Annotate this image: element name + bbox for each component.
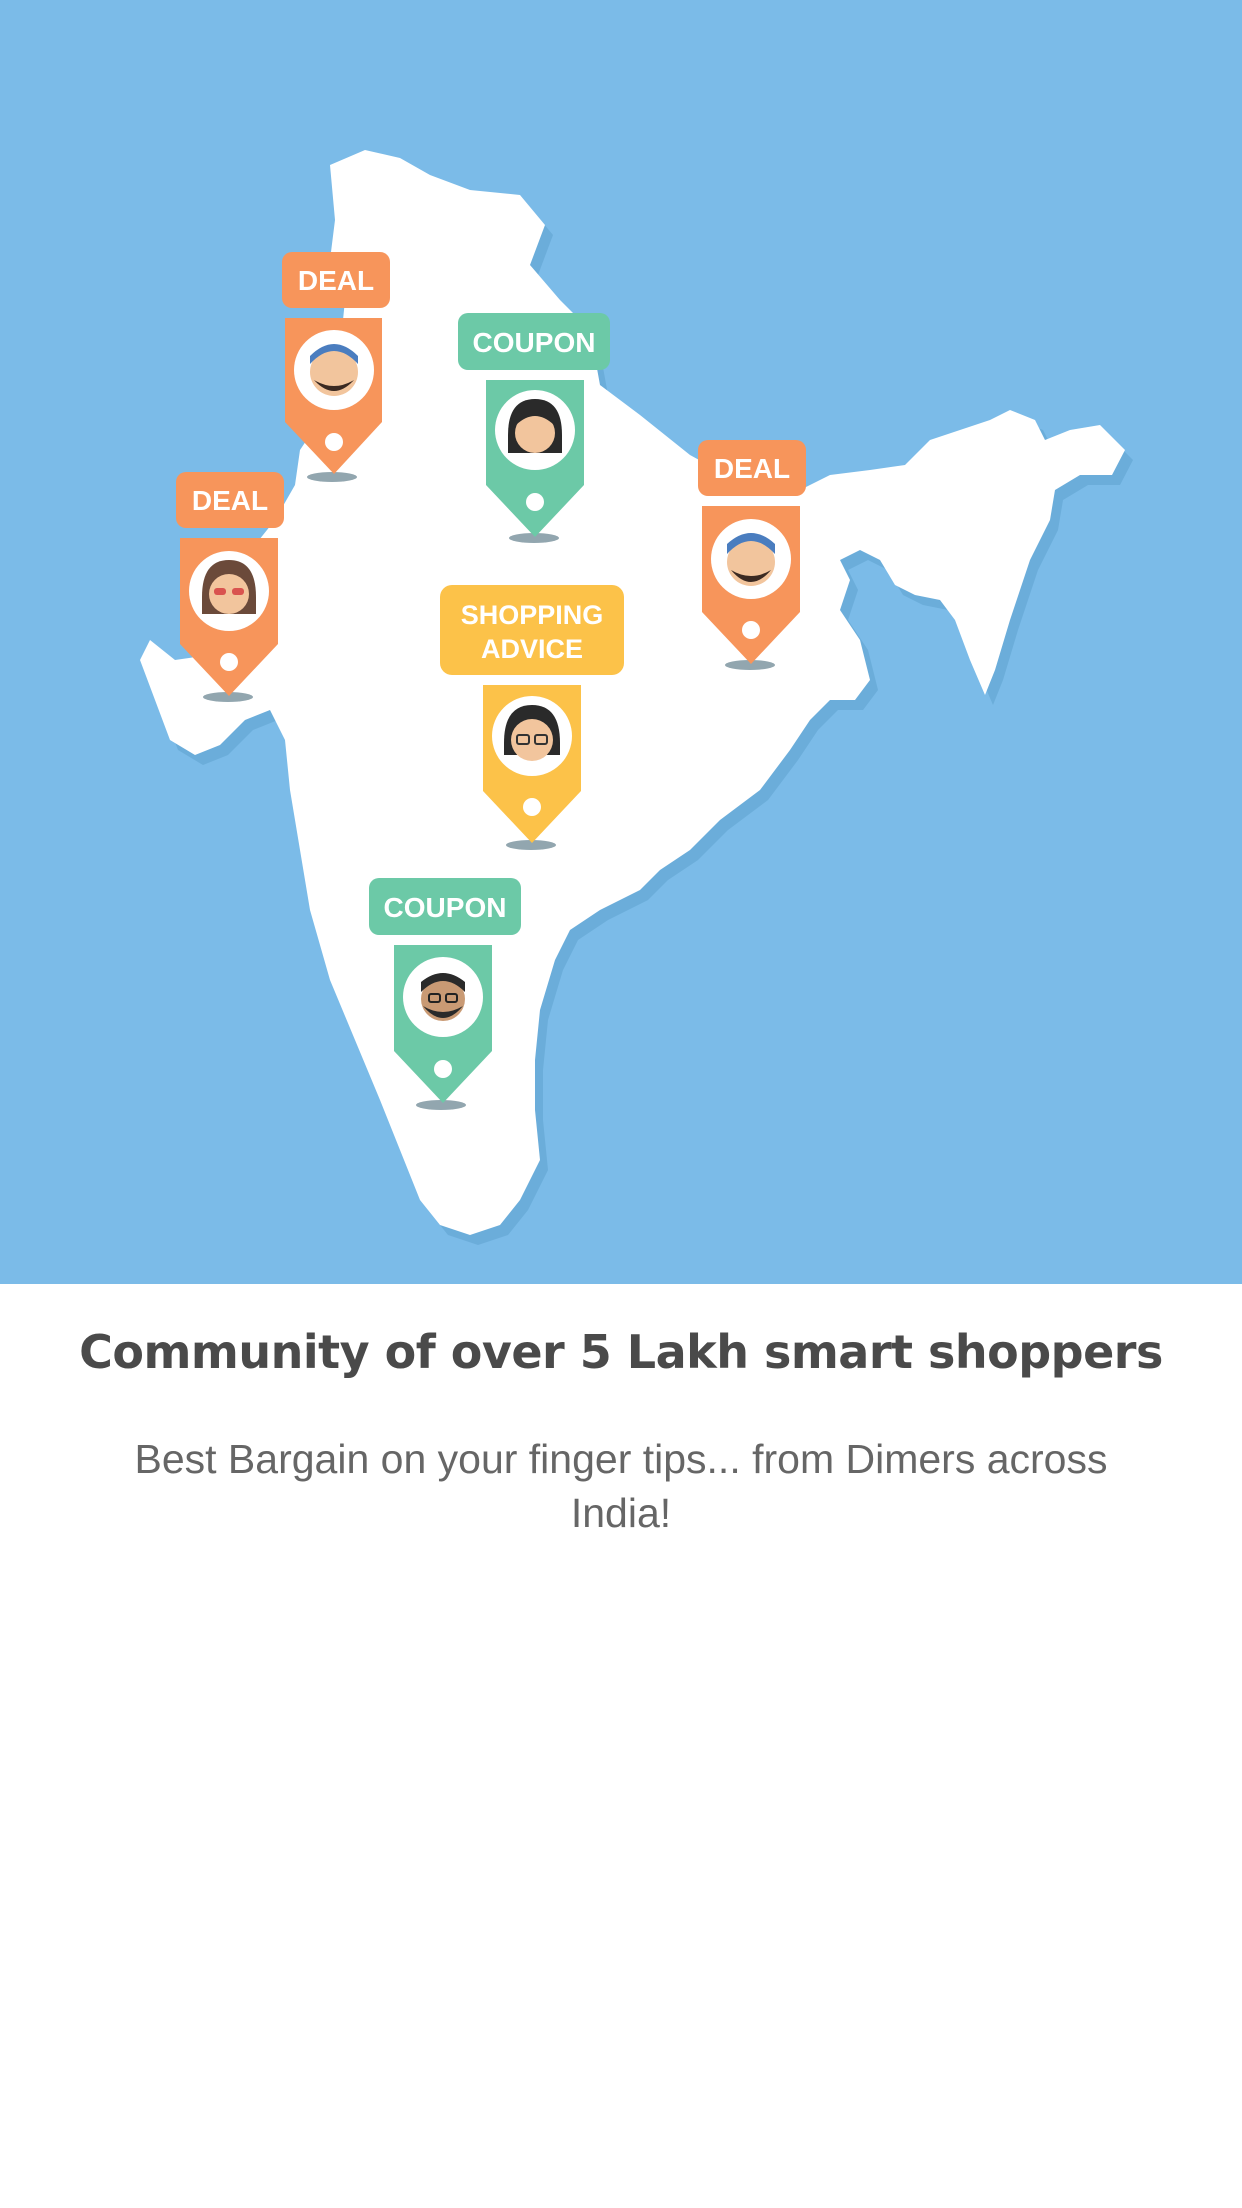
svg-text:DEAL: DEAL [192,485,268,516]
avatar-icon [421,973,465,1021]
india-map-illustration: DEAL COUPON DEAL DEAL SHOPPING ADVICE CO… [140,150,1133,1245]
avatar-icon [202,560,256,614]
svg-text:SHOPPING: SHOPPING [461,600,604,630]
svg-text:COUPON: COUPON [473,327,596,358]
avatar-icon [504,705,560,761]
svg-text:COUPON: COUPON [384,892,507,923]
svg-text:DEAL: DEAL [714,453,790,484]
hero-illustration: DEAL COUPON DEAL DEAL SHOPPING ADVICE CO… [0,0,1242,1284]
page-title: Community of over 5 Lakh smart shoppers [79,1325,1163,1379]
india-map-icon [140,150,1133,1245]
svg-text:ADVICE: ADVICE [481,634,583,664]
avatar-icon [727,533,775,586]
avatar-icon [310,344,358,396]
page-subtitle: Best Bargain on your finger tips... from… [134,1436,1108,1536]
avatar-icon [508,399,562,453]
svg-text:DEAL: DEAL [298,265,374,296]
